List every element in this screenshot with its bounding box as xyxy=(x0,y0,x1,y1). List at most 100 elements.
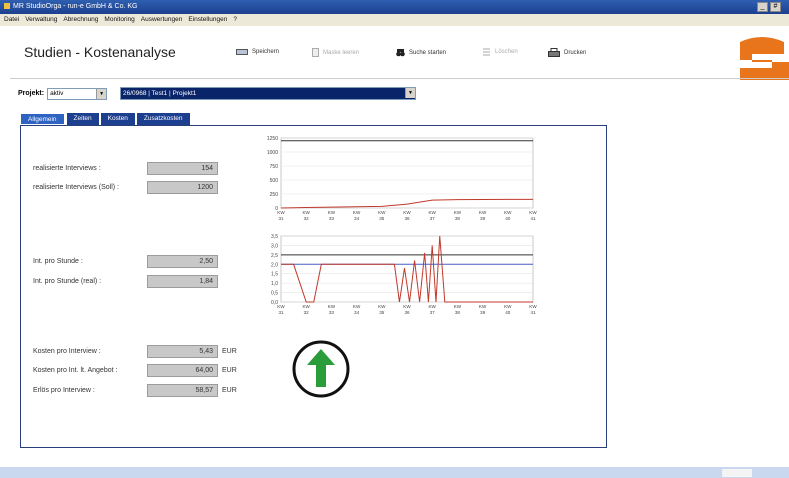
tab-zeiten[interactable]: Zeiten xyxy=(66,113,99,125)
x-tick-label: KW xyxy=(479,210,487,215)
x-tick-label: KW xyxy=(328,210,336,215)
x-tick-label: KW xyxy=(529,304,537,309)
x-tick-label: 33 xyxy=(329,310,335,315)
interviews-real-label: realisierte Interviews : xyxy=(33,165,101,172)
project-status-select[interactable]: aktiv ▼ xyxy=(47,87,108,100)
x-tick-label: 37 xyxy=(430,310,436,315)
menu-monitoring[interactable]: Monitoring xyxy=(104,14,134,26)
y-tick-label: 0,5 xyxy=(271,291,278,297)
revenue-per-interview-value: 58,57 xyxy=(147,384,218,397)
x-tick-label: 41 xyxy=(530,216,536,221)
y-tick-label: 2,0 xyxy=(271,262,278,268)
tray-area xyxy=(722,469,752,477)
field-int-per-hour-real: Int. pro Stunde (real) : 1,84 xyxy=(33,275,218,288)
restore-button[interactable]: # xyxy=(770,2,781,12)
save-icon xyxy=(236,49,248,55)
y-tick-label: 1,0 xyxy=(271,281,278,287)
status-bar xyxy=(0,467,789,478)
y-tick-label: 1250 xyxy=(267,136,278,142)
document-icon xyxy=(312,48,319,57)
clear-mask-label: Maske leeren xyxy=(323,49,360,56)
x-tick-label: KW xyxy=(277,304,285,309)
y-tick-label: 750 xyxy=(270,164,279,170)
project-label: Projekt: xyxy=(18,90,45,97)
x-tick-label: 36 xyxy=(404,216,410,221)
general-panel: realisierte Interviews : 154 realisierte… xyxy=(20,125,607,448)
x-tick-label: 39 xyxy=(480,216,486,221)
x-tick-label: 35 xyxy=(379,216,385,221)
company-logo xyxy=(740,37,789,80)
field-cost-per-offer: Kosten pro Int. lt. Angebot : 64,00 EUR xyxy=(33,364,237,377)
plot-area xyxy=(280,235,534,303)
x-tick-label: 33 xyxy=(329,216,335,221)
print-label: Drucken xyxy=(564,49,587,56)
window-title: MR StudioOrga - run-e GmbH & Co. KG xyxy=(13,3,138,10)
chevron-down-icon[interactable]: ▼ xyxy=(96,88,107,99)
menu-help[interactable]: ? xyxy=(233,14,237,26)
field-int-per-hour: Int. pro Stunde : 2,50 xyxy=(33,255,218,268)
x-tick-label: KW xyxy=(353,210,361,215)
x-tick-label: KW xyxy=(504,210,512,215)
y-tick-label: 500 xyxy=(270,178,279,184)
project-select[interactable]: 26/0968 | Test1 | Projekt1 ▼ xyxy=(120,87,416,100)
interviews-per-hour-chart: 3,53,02,52,01,51,00,50,0KW31KW32KW33KW34… xyxy=(271,234,537,315)
x-tick-label: 31 xyxy=(278,310,284,315)
x-tick-label: 38 xyxy=(455,216,461,221)
x-tick-label: 34 xyxy=(354,216,360,221)
x-tick-label: 40 xyxy=(505,216,511,221)
field-interviews-real: realisierte Interviews : 154 xyxy=(33,162,218,175)
x-tick-label: 32 xyxy=(304,310,310,315)
delete-label: Löschen xyxy=(495,49,518,55)
menu-einstellungen[interactable]: Einstellungen xyxy=(188,14,227,26)
x-tick-label: 35 xyxy=(379,310,385,315)
x-tick-label: KW xyxy=(454,304,462,309)
menu-datei[interactable]: Datei xyxy=(4,14,19,26)
tab-zusatzkosten[interactable]: Zusatzkosten xyxy=(136,113,190,125)
int-per-hour-real-value: 1,84 xyxy=(147,275,218,288)
x-tick-label: 39 xyxy=(480,310,486,315)
int-per-hour-value: 2,50 xyxy=(147,255,218,268)
x-tick-label: 36 xyxy=(404,310,410,315)
x-tick-label: 31 xyxy=(278,216,284,221)
interviews-target-label: realisierte Interviews (Soll) : xyxy=(33,184,119,191)
x-tick-label: KW xyxy=(378,210,386,215)
app-icon xyxy=(4,3,10,10)
field-interviews-target: realisierte Interviews (Soll) : 1200 xyxy=(33,181,218,194)
revenue-per-interview-unit: EUR xyxy=(222,387,237,394)
y-tick-label: 1000 xyxy=(267,150,278,156)
tab-kosten[interactable]: Kosten xyxy=(100,113,135,125)
project-select-value: 26/0968 | Test1 | Projekt1 xyxy=(123,90,197,97)
y-tick-label: 1,5 xyxy=(271,272,278,278)
cost-per-interview-unit: EUR xyxy=(222,348,237,355)
menu-verwaltung[interactable]: Verwaltung xyxy=(25,14,57,26)
chevron-down-icon[interactable]: ▼ xyxy=(405,88,415,98)
x-tick-label: KW xyxy=(403,304,411,309)
x-tick-label: KW xyxy=(353,304,361,309)
x-tick-label: KW xyxy=(529,210,537,215)
x-tick-label: 32 xyxy=(304,216,310,221)
int-per-hour-real-label: Int. pro Stunde (real) : xyxy=(33,278,102,285)
revenue-per-interview-label: Erlös pro Interview : xyxy=(33,387,95,394)
cost-per-interview-value: 5,43 xyxy=(147,345,218,358)
x-tick-label: KW xyxy=(277,210,285,215)
interviews-chart: 125010007505002500KW31KW32KW33KW34KW35KW… xyxy=(267,136,537,221)
project-row: Projekt: aktiv ▼ xyxy=(18,87,108,100)
print-button[interactable]: Drucken xyxy=(548,48,586,57)
x-tick-label: KW xyxy=(479,304,487,309)
minimize-button[interactable]: _ xyxy=(757,2,768,12)
field-revenue-per-interview: Erlös pro Interview : 58,57 EUR xyxy=(33,384,237,397)
menu-abrechnung[interactable]: Abrechnung xyxy=(63,14,98,26)
window-controls: _ # xyxy=(757,2,781,12)
x-tick-label: KW xyxy=(302,304,310,309)
plot-area xyxy=(280,137,534,209)
tab-allgemein[interactable]: Allgemein xyxy=(20,113,65,125)
x-tick-label: 38 xyxy=(455,310,461,315)
clear-mask-button[interactable]: Maske leeren xyxy=(312,48,359,57)
delete-button[interactable]: Löschen xyxy=(482,48,518,56)
x-tick-label: KW xyxy=(378,304,386,309)
menu-auswertungen[interactable]: Auswertungen xyxy=(141,14,183,26)
page-title: Studien - Kostenanalyse xyxy=(24,44,176,60)
arrow-up-icon xyxy=(292,340,350,398)
search-button[interactable]: Suche starten xyxy=(396,48,446,57)
save-button[interactable]: Speichern xyxy=(236,48,279,56)
